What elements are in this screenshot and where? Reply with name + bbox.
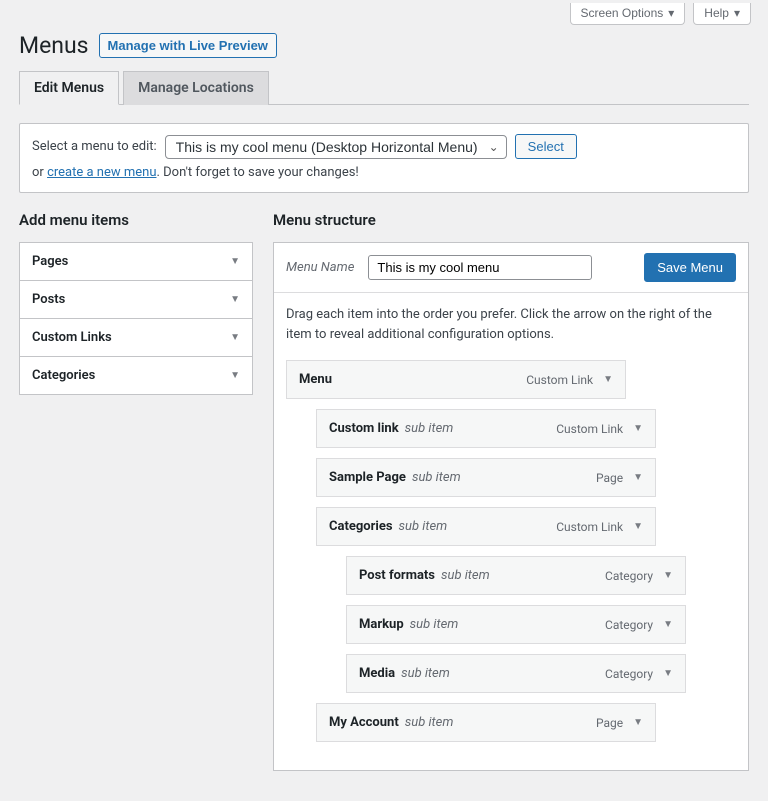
menu-select[interactable]: This is my cool menu (Desktop Horizontal…: [165, 135, 507, 159]
menu-item-type: Custom Link: [556, 520, 623, 534]
caret-down-icon[interactable]: ▼: [663, 668, 673, 679]
accordion-categories[interactable]: Categories ▼: [19, 357, 253, 395]
menu-item-title: Sample Page: [329, 470, 406, 485]
menu-structure-panel: Menu Name Save Menu Drag each item into …: [273, 242, 749, 771]
menu-item-sub-label: sub item: [410, 617, 459, 632]
menu-item[interactable]: My Account sub item Page ▼: [316, 703, 656, 742]
menu-item[interactable]: Categories sub item Custom Link ▼: [316, 507, 656, 546]
drag-help-text: Drag each item into the order you prefer…: [286, 305, 736, 344]
caret-down-icon: ▾: [734, 6, 740, 20]
screen-options-button[interactable]: Screen Options ▾: [570, 3, 686, 25]
caret-down-icon[interactable]: ▼: [663, 570, 673, 581]
nav-tabs: Edit MenusManage Locations: [19, 71, 749, 105]
menu-item-title: Markup: [359, 617, 404, 632]
menu-item-title: Menu: [299, 372, 332, 387]
save-hint: . Don't forget to save your changes!: [157, 165, 359, 180]
menu-item-title: Post formats: [359, 568, 435, 583]
caret-down-icon: ▼: [230, 370, 240, 381]
menu-item[interactable]: Menu Custom Link ▼: [286, 360, 626, 399]
menu-item-sub-label: sub item: [405, 421, 454, 436]
create-new-menu-link[interactable]: create a new menu: [47, 165, 156, 180]
or-text: or: [32, 165, 44, 180]
menu-item-title: Categories: [329, 519, 393, 534]
menu-item-title: Media: [359, 666, 395, 681]
add-menu-items-heading: Add menu items: [19, 211, 253, 229]
accordion-custom-links[interactable]: Custom Links ▼: [19, 319, 253, 357]
menu-item-title: My Account: [329, 715, 399, 730]
caret-down-icon[interactable]: ▼: [633, 717, 643, 728]
menu-item-type: Custom Link: [526, 373, 593, 387]
menu-item-type: Page: [596, 471, 623, 485]
accordion-pages[interactable]: Pages ▼: [19, 242, 253, 281]
accordion-label: Posts: [32, 292, 65, 307]
menu-item-sub-label: sub item: [405, 715, 454, 730]
tab-manage-locations[interactable]: Manage Locations: [123, 71, 269, 105]
menu-item-sub-label: sub item: [399, 519, 448, 534]
select-button[interactable]: Select: [515, 134, 577, 159]
caret-down-icon[interactable]: ▼: [633, 472, 643, 483]
accordion-posts[interactable]: Posts ▼: [19, 281, 253, 319]
menu-item-type: Page: [596, 716, 623, 730]
menu-item[interactable]: Markup sub item Category ▼: [346, 605, 686, 644]
accordion-label: Pages: [32, 254, 68, 269]
page-title: Menus: [19, 32, 89, 59]
menu-item-type: Category: [605, 667, 653, 681]
help-button[interactable]: Help ▾: [693, 3, 751, 25]
menu-selector-panel: Select a menu to edit: This is my cool m…: [19, 123, 749, 193]
menu-item[interactable]: Post formats sub item Category ▼: [346, 556, 686, 595]
live-preview-button[interactable]: Manage with Live Preview: [99, 33, 277, 58]
menu-item-sub-label: sub item: [441, 568, 490, 583]
caret-down-icon: ▼: [230, 256, 240, 267]
caret-down-icon: ▼: [230, 294, 240, 305]
menu-item-type: Category: [605, 569, 653, 583]
menu-name-input[interactable]: [368, 255, 592, 280]
screen-options-label: Screen Options: [581, 6, 664, 20]
menu-name-label: Menu Name: [286, 260, 354, 275]
menu-item[interactable]: Custom link sub item Custom Link ▼: [316, 409, 656, 448]
page-header: Menus Manage with Live Preview: [1, 25, 767, 71]
select-menu-label: Select a menu to edit:: [32, 139, 157, 154]
menu-item[interactable]: Media sub item Category ▼: [346, 654, 686, 693]
menu-item-sub-label: sub item: [412, 470, 461, 485]
caret-down-icon: ▼: [230, 332, 240, 343]
menu-item-type: Category: [605, 618, 653, 632]
menu-item[interactable]: Sample Page sub item Page ▼: [316, 458, 656, 497]
menu-item-sub-label: sub item: [401, 666, 450, 681]
accordion-label: Categories: [32, 368, 95, 383]
caret-down-icon[interactable]: ▼: [663, 619, 673, 630]
menu-item-type: Custom Link: [556, 422, 623, 436]
help-label: Help: [704, 6, 729, 20]
save-menu-button[interactable]: Save Menu: [644, 253, 736, 282]
caret-down-icon[interactable]: ▼: [633, 423, 643, 434]
caret-down-icon[interactable]: ▼: [603, 374, 613, 385]
caret-down-icon[interactable]: ▼: [633, 521, 643, 532]
menu-structure-heading: Menu structure: [273, 211, 749, 229]
accordion-label: Custom Links: [32, 330, 112, 345]
tab-edit-menus[interactable]: Edit Menus: [19, 71, 119, 105]
caret-down-icon: ▾: [668, 6, 674, 20]
menu-item-title: Custom link: [329, 421, 399, 436]
